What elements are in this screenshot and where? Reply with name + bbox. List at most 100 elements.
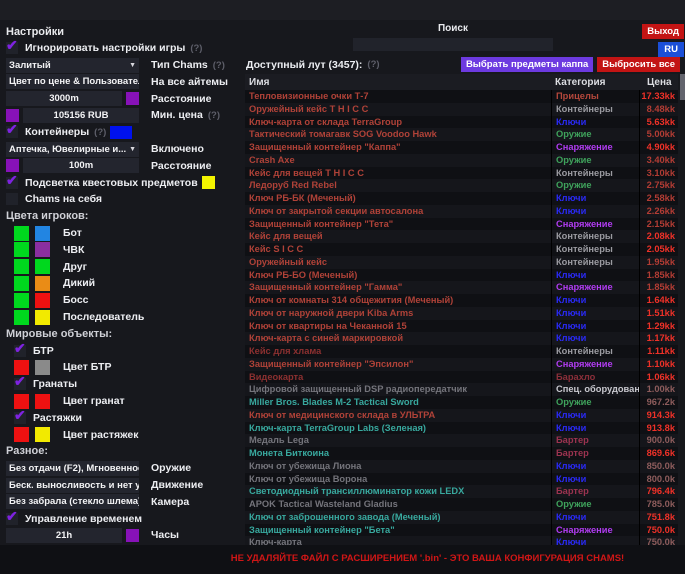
search-input[interactable] [353, 38, 553, 51]
weapon-select[interactable]: Без отдачи (F2), Мгновенное п▼ [6, 461, 139, 476]
hours-color-swatch[interactable] [126, 529, 139, 542]
world-color-swatch-2[interactable] [35, 394, 50, 409]
world-object-checkbox[interactable] [14, 412, 26, 424]
world-object-row: БТР [14, 343, 243, 358]
table-row[interactable]: Медаль LegaБартер900.0k [245, 434, 678, 447]
table-scrollbar[interactable] [680, 74, 685, 545]
containers-checkbox[interactable] [6, 126, 18, 138]
camera-row: Без забрала (стекло шлема)▼ Камера [6, 494, 243, 509]
table-row[interactable]: APOK Tactical Wasteland GladiusОружие785… [245, 498, 678, 511]
table-row[interactable]: Ледоруб Red RebelОружие2.75kk [245, 179, 678, 192]
exit-button[interactable]: Выход [642, 24, 684, 39]
distance-color-swatch[interactable] [126, 92, 139, 105]
column-header-price[interactable]: Цена [639, 77, 678, 88]
player-color-swatch-2[interactable] [35, 310, 50, 325]
player-color-swatch-1[interactable] [14, 226, 29, 241]
table-row[interactable]: Оружейный кейс Т H I C CКонтейнеры8.48kk [245, 103, 678, 116]
table-row[interactable]: Ключ-картаКлючи750.0k [245, 536, 678, 545]
player-color-swatch-2[interactable] [35, 226, 50, 241]
help-icon[interactable]: (?) [213, 60, 225, 71]
table-row[interactable]: Ключ-карта с синей маркировкойКлючи1.17k… [245, 332, 678, 345]
help-icon[interactable]: (?) [190, 43, 202, 54]
column-header-name[interactable]: Имя [245, 77, 551, 88]
movement-select[interactable]: Беск. выносливость и нет уста▼ [6, 478, 139, 493]
player-color-swatch-2[interactable] [35, 259, 50, 274]
world-color-swatch-1[interactable] [14, 427, 29, 442]
table-row[interactable]: Оружейный кейсКонтейнеры1.95kk [245, 256, 678, 269]
distance2-color-swatch[interactable] [6, 159, 19, 172]
table-row[interactable]: Тепловизионные очки Т-7Прицелы17.33kk [245, 90, 678, 103]
discard-all-button[interactable]: Выбросить все [597, 57, 680, 72]
table-row[interactable]: Ключ от квартиры на Чеканной 15Ключи1.29… [245, 320, 678, 333]
table-row[interactable]: ВидеокартаБарахло1.06kk [245, 371, 678, 384]
table-row[interactable]: Ключ от закрытой секции автосалонаКлючи2… [245, 205, 678, 218]
table-row[interactable]: Ключ от медицинского склада в УЛЬТРАКлюч… [245, 409, 678, 422]
table-row[interactable]: Кейс для хламаКонтейнеры1.11kk [245, 345, 678, 358]
world-color-swatch-2[interactable] [35, 427, 50, 442]
player-color-swatch-1[interactable] [14, 259, 29, 274]
ignore-game-settings-label: Игнорировать настройки игры [25, 42, 185, 54]
item-name: Кейс для вещей Т H I C C [245, 167, 551, 180]
table-row[interactable]: Ключ от заброшенного завода (Меченый)Клю… [245, 511, 678, 524]
distance2-input[interactable]: 100m [23, 158, 139, 173]
quest-items-checkbox[interactable] [6, 177, 18, 189]
table-row[interactable]: Защищенный контейнер "Бета"Снаряжение750… [245, 524, 678, 537]
included-select[interactable]: Аптечка, Ювелирные и...▼ [6, 142, 139, 157]
player-color-swatch-2[interactable] [35, 276, 50, 291]
world-color-swatch-2[interactable] [35, 360, 50, 375]
table-row[interactable]: Ключ-карта TerraGroup Labs (Зеленая)Ключ… [245, 422, 678, 435]
help-icon[interactable]: (?) [367, 59, 379, 70]
table-row[interactable]: Светодиодный трансиллюминатор кожи LEDXБ… [245, 485, 678, 498]
table-row[interactable]: Тактический томагавк SOG Voodoo HawkОруж… [245, 128, 678, 141]
camera-select[interactable]: Без забрала (стекло шлема)▼ [6, 494, 139, 509]
player-color-swatch-2[interactable] [35, 242, 50, 257]
table-row[interactable]: Защищенный контейнер "Тета"Снаряжение2.1… [245, 218, 678, 231]
table-row[interactable]: Ключ РБ-БО (Меченый)Ключи1.85kk [245, 269, 678, 282]
table-row[interactable]: Ключ-карта от склада TerraGroupКлючи5.63… [245, 116, 678, 129]
time-control-checkbox[interactable] [6, 513, 18, 525]
player-color-swatch-1[interactable] [14, 242, 29, 257]
player-color-swatch-1[interactable] [14, 293, 29, 308]
item-price: 2.05kk [639, 243, 678, 256]
select-kappa-items-button[interactable]: Выбрать предметы каппа [461, 57, 593, 72]
help-icon[interactable]: (?) [208, 110, 220, 121]
min-price-color-swatch[interactable] [6, 109, 19, 122]
help-icon[interactable]: (?) [94, 127, 106, 138]
table-row[interactable]: Кейс для вещейКонтейнеры2.08kk [245, 230, 678, 243]
chams-type-select[interactable]: Залитый▼ [6, 58, 139, 73]
player-color-swatch-1[interactable] [14, 276, 29, 291]
table-row[interactable]: Защищенный контейнер "Каппа"Снаряжение4.… [245, 141, 678, 154]
ignore-game-settings-checkbox[interactable] [6, 42, 18, 54]
table-row[interactable]: Кейс для вещей Т H I C CКонтейнеры3.10kk [245, 167, 678, 180]
table-row[interactable]: Ключ от наружной двери Kiba ArmsКлючи1.5… [245, 307, 678, 320]
distance-input[interactable]: 3000m [6, 91, 122, 106]
all-items-select[interactable]: Цвет по цене & Пользователь▼ [6, 74, 139, 89]
table-row[interactable]: Защищенный контейнер "Эпсилон"Снаряжение… [245, 358, 678, 371]
table-row[interactable]: Монета БиткоинаБартер869.6k [245, 447, 678, 460]
self-chams-checkbox[interactable] [6, 193, 18, 205]
hours-input[interactable]: 21h [6, 528, 122, 543]
table-row[interactable]: Ключ РБ-БК (Меченый)Ключи2.58kk [245, 192, 678, 205]
player-color-swatch-1[interactable] [14, 310, 29, 325]
table-row[interactable]: Miller Bros. Blades M-2 Tactical SwordОр… [245, 396, 678, 409]
table-row[interactable]: Ключ от убежища ВоронаКлючи800.0k [245, 473, 678, 486]
world-object-checkbox[interactable] [14, 345, 26, 357]
quest-items-color-swatch[interactable] [202, 176, 215, 189]
item-name: Ключ-карта от склада TerraGroup [245, 116, 551, 129]
column-header-category[interactable]: Категория [551, 77, 639, 88]
table-row[interactable]: Crash AxeОружие3.40kk [245, 154, 678, 167]
world-object-checkbox[interactable] [14, 378, 26, 390]
language-button[interactable]: RU [658, 42, 684, 57]
player-color-swatch-2[interactable] [35, 293, 50, 308]
item-name: Crash Axe [245, 154, 551, 167]
table-row[interactable]: Кейс S I C CКонтейнеры2.05kk [245, 243, 678, 256]
table-row[interactable]: Ключ от убежища ЛионаКлючи850.0k [245, 460, 678, 473]
scrollbar-thumb[interactable] [680, 74, 685, 100]
world-object-label: Растяжки [33, 412, 82, 424]
item-price: 2.08kk [639, 230, 678, 243]
table-row[interactable]: Ключ от комнаты 314 общежития (Меченый)К… [245, 294, 678, 307]
table-row[interactable]: Цифровой защищенный DSP радиопередатчикС… [245, 383, 678, 396]
table-row[interactable]: Защищенный контейнер "Гамма"Снаряжение1.… [245, 281, 678, 294]
min-price-input[interactable]: 105156 RUB [23, 108, 139, 123]
containers-color-swatch[interactable] [110, 126, 132, 139]
